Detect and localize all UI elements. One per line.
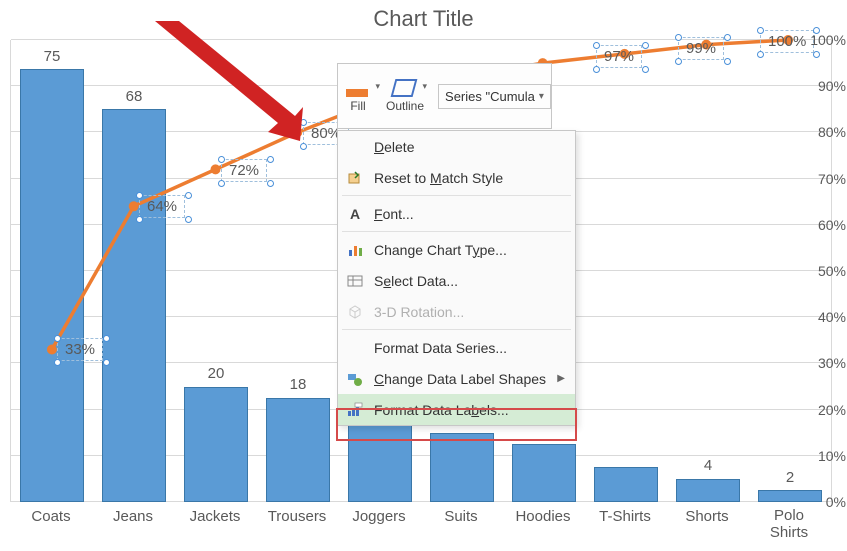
menu-format-data-series[interactable]: Format Data Series... bbox=[338, 332, 575, 363]
outline-label: Outline bbox=[386, 99, 424, 113]
cube-icon bbox=[346, 303, 364, 321]
reset-icon bbox=[346, 169, 364, 187]
chevron-down-icon: ▾ bbox=[539, 91, 544, 102]
data-label[interactable]: 97% bbox=[596, 45, 642, 68]
menu-select-data[interactable]: Select Data... bbox=[338, 265, 575, 296]
data-label[interactable]: 33% bbox=[57, 338, 103, 361]
menu-change-chart-type[interactable]: Change Chart Type... bbox=[338, 234, 575, 265]
x-axis-categories: Coats Jeans Jackets Trousers Joggers Sui… bbox=[10, 508, 832, 538]
shapes-icon bbox=[346, 370, 364, 388]
fill-dropdown[interactable]: Fill bbox=[338, 75, 378, 117]
fill-icon bbox=[346, 79, 370, 99]
menu-change-data-label-shapes[interactable]: Change Data Label Shapes ▶ bbox=[338, 363, 575, 394]
data-label[interactable]: 64% bbox=[139, 195, 185, 218]
context-menu: Delete Reset to Match Style A Font... Ch… bbox=[337, 130, 576, 426]
data-label[interactable]: 99% bbox=[678, 37, 724, 60]
y-axis-secondary: 0% 10% 20% 30% 40% 50% 60% 70% 80% 90% 1… bbox=[800, 40, 846, 502]
menu-reset-style[interactable]: Reset to Match Style bbox=[338, 162, 575, 193]
outline-dropdown[interactable]: Outline bbox=[378, 75, 432, 117]
font-icon: A bbox=[346, 205, 364, 223]
chart-title: Chart Title bbox=[0, 0, 847, 32]
series-selector-label: Series "Cumula bbox=[445, 89, 535, 104]
menu-font[interactable]: A Font... bbox=[338, 198, 575, 229]
menu-delete[interactable]: Delete bbox=[338, 131, 575, 162]
format-labels-icon bbox=[346, 401, 364, 419]
cat-multiline: PoloShirts bbox=[748, 508, 830, 541]
outline-icon bbox=[393, 79, 417, 99]
select-data-icon bbox=[346, 272, 364, 290]
submenu-arrow-icon: ▶ bbox=[557, 373, 565, 384]
data-label[interactable]: 72% bbox=[221, 159, 267, 182]
series-selector-dropdown[interactable]: Series "Cumula ▾ bbox=[438, 84, 551, 109]
mini-toolbar: Fill Outline Series "Cumula ▾ bbox=[337, 63, 552, 129]
menu-3d-rotation: 3-D Rotation... bbox=[338, 296, 575, 327]
chart-type-icon bbox=[346, 241, 364, 259]
menu-format-data-labels[interactable]: Format Data Labels... bbox=[338, 394, 575, 425]
annotation-arrow bbox=[145, 17, 315, 147]
fill-label: Fill bbox=[350, 99, 365, 113]
